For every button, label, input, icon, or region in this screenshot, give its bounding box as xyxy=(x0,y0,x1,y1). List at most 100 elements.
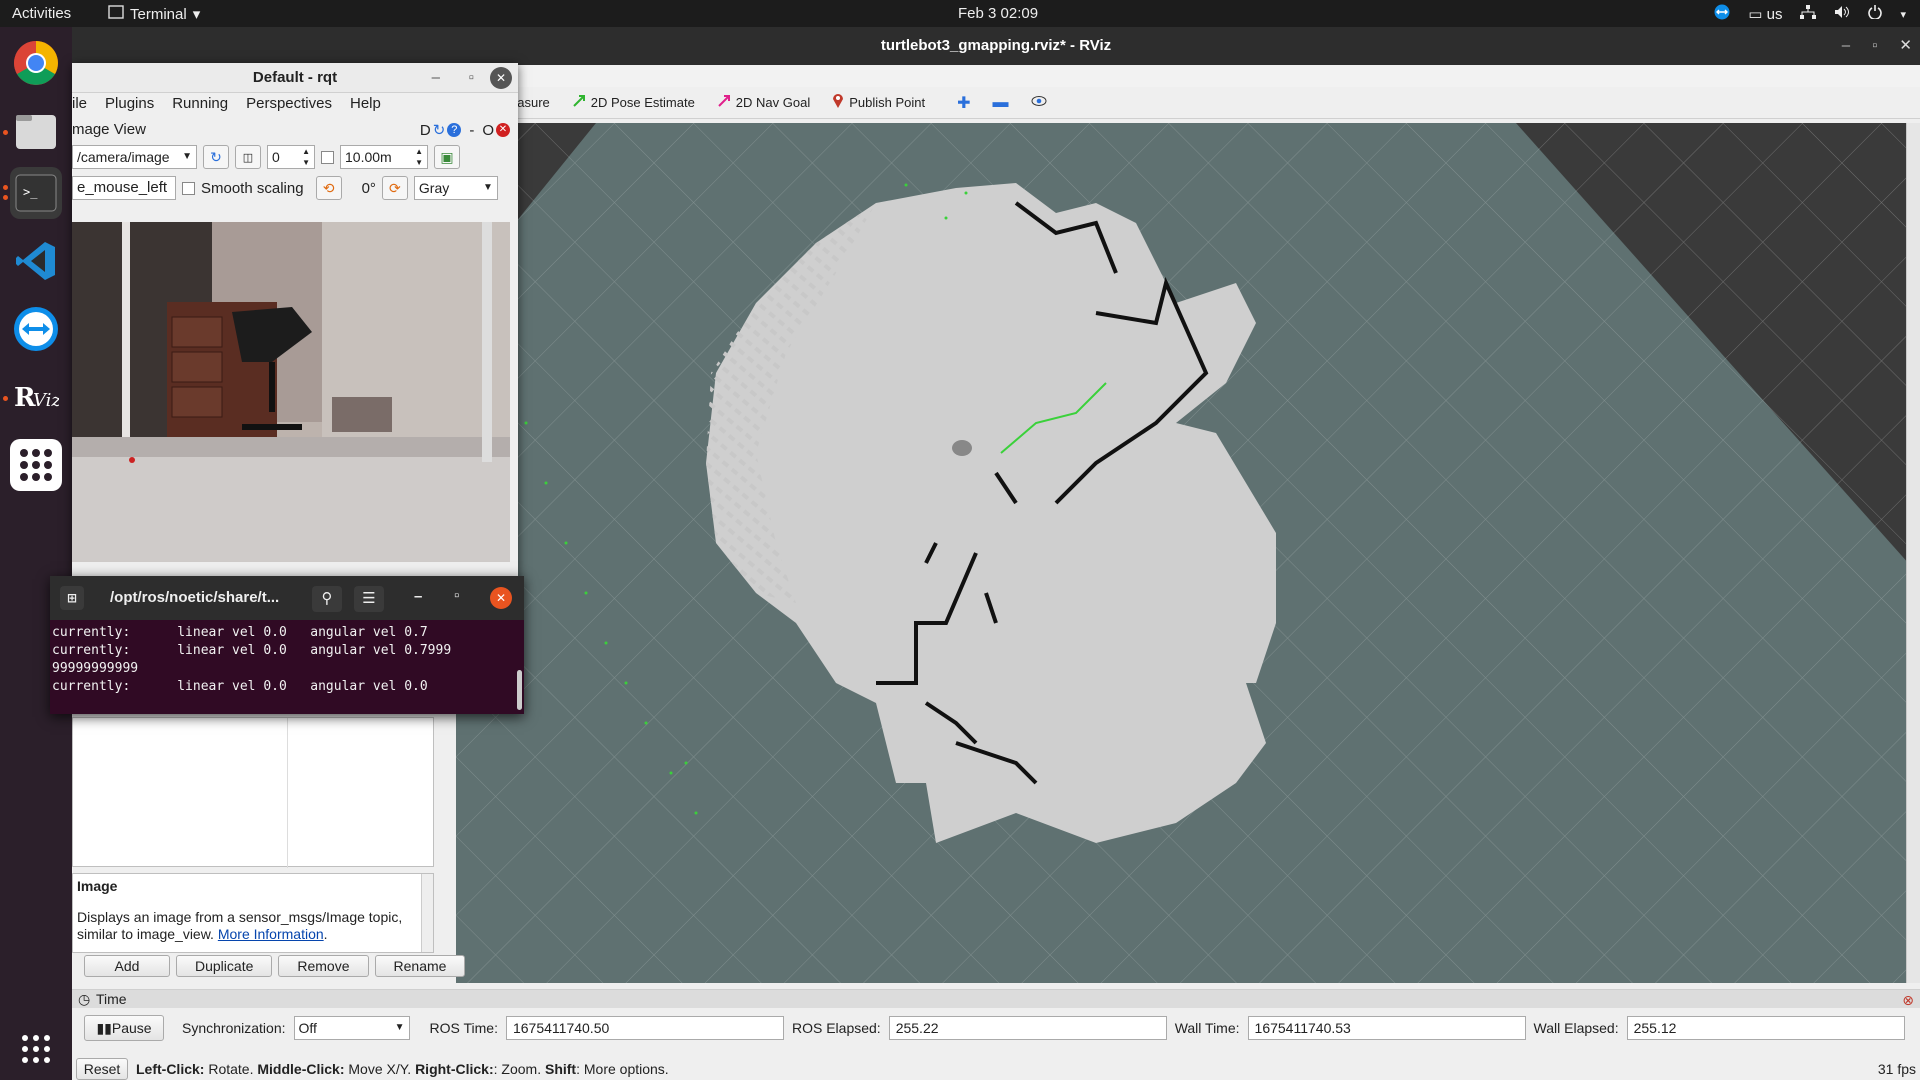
close-icon[interactable]: ✕ xyxy=(1899,27,1912,65)
maximize-button[interactable]: ▫ xyxy=(454,587,459,604)
maximize-button[interactable]: ▫ xyxy=(1872,27,1877,65)
rotate-right-button[interactable]: ⟳ xyxy=(381,176,408,200)
add-tool-button[interactable]: ✚ xyxy=(957,93,970,113)
max-range-spinbox[interactable]: 10.00m ▲ ▼ xyxy=(340,145,428,169)
reset-button[interactable]: Reset xyxy=(76,1057,128,1080)
terminal-scrollbar[interactable] xyxy=(517,670,522,710)
wall-elapsed-field[interactable]: 255.12 xyxy=(1626,1016,1905,1040)
app-grid-icon[interactable] xyxy=(10,439,62,491)
robot-marker xyxy=(952,440,972,456)
green-arrow-icon xyxy=(572,94,586,111)
reload-icon[interactable]: ↻ xyxy=(433,121,446,139)
minimize-button[interactable]: – xyxy=(432,63,440,93)
terminal-title: /opt/ros/noetic/share/t... xyxy=(110,589,280,606)
nav-goal-tool[interactable]: 2D Nav Goal xyxy=(717,94,810,111)
keyboard-layout[interactable]: ▭ us xyxy=(1748,5,1782,23)
time-panel-header: ◷ Time ⊗ xyxy=(72,990,1920,1008)
add-button[interactable]: Add xyxy=(84,955,170,977)
keyboard-layout-label: us xyxy=(1766,6,1783,23)
sync-label: Synchronization: xyxy=(182,1020,286,1036)
rviz-title-bar[interactable]: turtlebot3_gmapping.rviz* - RViz – ▫ ✕ xyxy=(72,27,1920,65)
3d-viewport[interactable] xyxy=(456,123,1912,983)
volume-icon[interactable] xyxy=(1834,5,1850,23)
minimize-button[interactable]: – xyxy=(414,588,422,605)
power-icon[interactable] xyxy=(1868,5,1883,23)
description-scrollbar[interactable] xyxy=(421,874,433,952)
rviz-window-title: turtlebot3_gmapping.rviz* - RViz xyxy=(880,37,1112,54)
sync-select[interactable]: Off ▼ xyxy=(293,1016,410,1040)
desktop: { "topbar": { "activities": "Activities"… xyxy=(0,0,1920,1080)
menu-running[interactable]: Running xyxy=(172,95,228,117)
hint-shift-desc: : More options. xyxy=(576,1060,669,1077)
hamburger-menu-icon[interactable]: ☰ xyxy=(354,586,384,612)
float-plugin-button[interactable]: O xyxy=(482,122,494,139)
files-icon[interactable] xyxy=(10,105,62,157)
terminal-line: currently: linear vel 0.0 angular vel 0.… xyxy=(52,643,452,658)
terminal-title-bar[interactable]: ⊞ /opt/ros/noetic/share/t... ⚲ ☰ – ▫ ✕ xyxy=(50,576,524,620)
smooth-scaling-checkbox[interactable] xyxy=(182,181,195,195)
occupancy-map xyxy=(456,123,1912,983)
color-scheme-select[interactable]: Gray ▼ xyxy=(413,176,498,200)
show-applications-icon[interactable] xyxy=(10,1023,62,1075)
teamviewer-icon[interactable] xyxy=(10,303,62,355)
terminal-icon[interactable]: >_ xyxy=(10,167,62,219)
teamviewer-tray-icon[interactable] xyxy=(1714,4,1730,24)
camera-image[interactable] xyxy=(72,222,510,562)
right-dock-strip[interactable] xyxy=(1906,123,1920,983)
network-icon[interactable] xyxy=(1800,5,1817,23)
checkbox[interactable] xyxy=(321,150,334,164)
status-bar: Reset Left-Click: Rotate. Middle-Click: … xyxy=(72,1057,1920,1080)
close-icon[interactable]: ✕ xyxy=(490,587,512,609)
image-view-header: mage View D ↻ ? - O ✕ xyxy=(72,121,518,141)
remove-button[interactable]: Remove xyxy=(278,955,369,977)
mouse-topic-field[interactable]: e_mouse_left xyxy=(72,176,176,200)
rotate-left-button[interactable]: ⟲ xyxy=(315,176,342,200)
new-tab-icon[interactable]: ⊞ xyxy=(60,586,84,610)
pause-button[interactable]: ▮▮Pause xyxy=(84,1015,164,1041)
minimize-plugin-button[interactable]: - xyxy=(469,122,474,139)
menu-perspectives[interactable]: Perspectives xyxy=(246,95,332,117)
pose-estimate-tool[interactable]: 2D Pose Estimate xyxy=(572,94,695,111)
activities-button[interactable]: Activities xyxy=(12,5,71,22)
chrome-icon[interactable] xyxy=(10,37,62,89)
number-spinbox[interactable]: 0 ▲ ▼ xyxy=(267,145,315,169)
minimize-button[interactable]: – xyxy=(1842,27,1850,65)
ros-elapsed-field[interactable]: 255.22 xyxy=(888,1016,1167,1040)
more-information-link[interactable]: More Information xyxy=(218,926,324,942)
keyboard-icon: ▭ xyxy=(1748,6,1763,23)
maximize-button[interactable]: ▫ xyxy=(469,63,474,93)
duplicate-button[interactable]: Duplicate xyxy=(176,955,273,977)
refresh-topics-button[interactable]: ↻ xyxy=(203,145,229,169)
rqt-title-bar[interactable]: Default - rqt – ▫ ✕ xyxy=(72,63,518,93)
zoom-button[interactable]: ◫ xyxy=(235,145,261,169)
spin-arrows-icon: ▲ ▼ xyxy=(415,147,423,167)
ros-time-field[interactable]: 1675411740.50 xyxy=(505,1016,784,1040)
menu-file[interactable]: ile xyxy=(72,95,87,117)
remove-tool-button[interactable]: ▬ xyxy=(993,94,1009,112)
vscode-icon[interactable] xyxy=(10,235,62,287)
save-image-button[interactable]: ▣ xyxy=(434,145,460,169)
system-tray[interactable]: ▭ us ▾ xyxy=(1714,4,1906,24)
search-icon[interactable]: ⚲ xyxy=(312,586,342,612)
terminal-output[interactable]: currently: linear vel 0.0 angular vel 0.… xyxy=(50,624,524,714)
topic-select[interactable]: /camera/image ▼ xyxy=(72,145,197,169)
hint-right-click: Right-Click: xyxy=(415,1060,494,1077)
dock-toggle-button[interactable]: D xyxy=(420,122,431,139)
clock[interactable]: Feb 3 02:09 xyxy=(958,5,1038,22)
app-menu[interactable]: Terminal ▾ xyxy=(108,5,200,23)
wall-elapsed-label: Wall Elapsed: xyxy=(1533,1020,1619,1036)
ros-time-label: ROS Time: xyxy=(429,1020,498,1036)
rename-button[interactable]: Rename xyxy=(374,955,466,977)
running-indicator xyxy=(3,195,8,200)
close-icon[interactable]: ✕ xyxy=(490,67,512,89)
wall-time-field[interactable]: 1675411740.53 xyxy=(1247,1016,1526,1040)
menu-help[interactable]: Help xyxy=(350,95,381,117)
publish-point-tool[interactable]: Publish Point xyxy=(832,93,925,112)
help-icon[interactable]: ? xyxy=(447,123,462,137)
menu-plugins[interactable]: Plugins xyxy=(105,95,154,117)
close-icon[interactable]: ⊗ xyxy=(1902,991,1914,1009)
close-icon[interactable]: ✕ xyxy=(496,123,510,137)
display-properties[interactable] xyxy=(72,717,434,868)
rviz-icon[interactable]: R Viz xyxy=(10,371,62,423)
camera-view-button[interactable] xyxy=(1031,95,1047,110)
